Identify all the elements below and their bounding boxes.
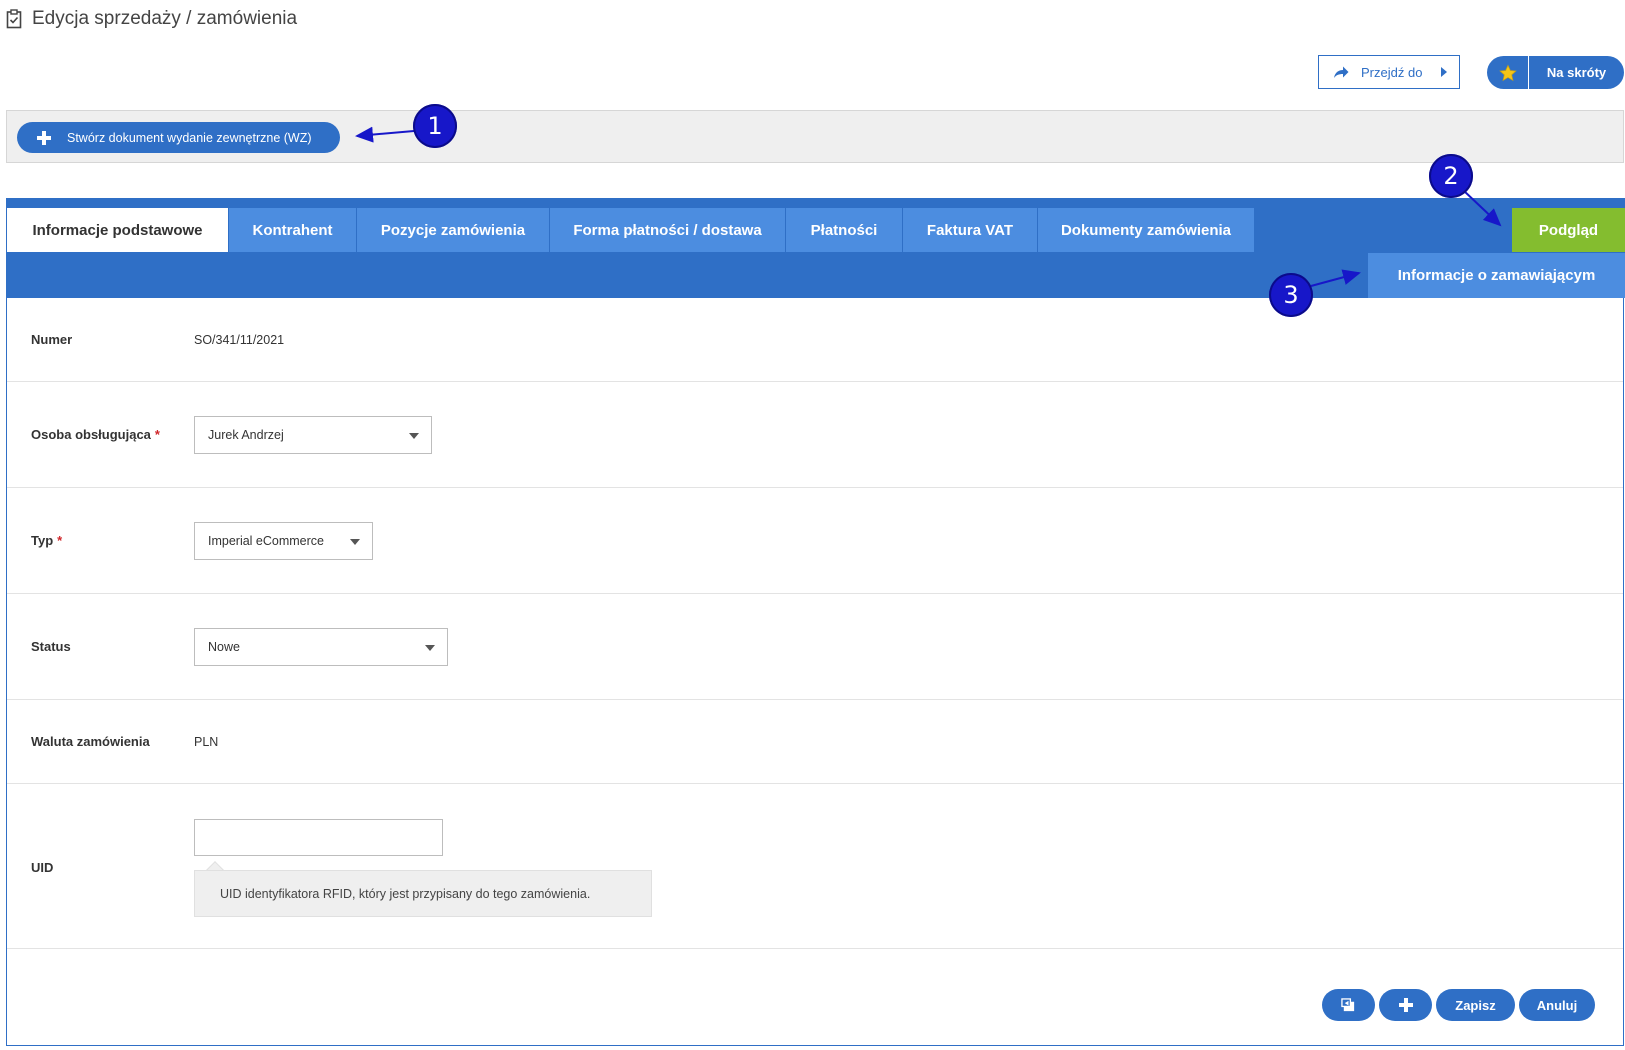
edit-panel: Informacje podstawowe Kontrahent Pozycje…: [6, 198, 1625, 1046]
numer-label: Numer: [31, 332, 73, 347]
preview-button[interactable]: Podgląd: [1512, 208, 1625, 252]
tabs-bar: Informacje podstawowe Kontrahent Pozycje…: [7, 198, 1625, 298]
typ-label-text: Typ: [31, 533, 54, 548]
osoba-select[interactable]: Jurek Andrzej: [194, 416, 432, 454]
uid-label: UID: [31, 860, 54, 875]
status-select[interactable]: Nowe: [194, 628, 448, 666]
osoba-label: Osoba obsługująca *: [31, 427, 160, 442]
waluta-label: Waluta zamówienia: [31, 734, 150, 749]
tab-forma-platnosci[interactable]: Forma płatności / dostawa: [550, 208, 786, 252]
add-button[interactable]: [1379, 989, 1432, 1021]
plus-icon: [37, 130, 51, 145]
status-label: Status: [31, 639, 71, 654]
typ-select[interactable]: Imperial eCommerce: [194, 522, 373, 560]
goto-label: Przejdź do: [1361, 64, 1423, 80]
back-to-list-button[interactable]: [1322, 989, 1375, 1021]
create-wz-label: Stwórz dokument wydanie zewnętrzne (WZ): [67, 130, 312, 145]
return-list-icon: [1341, 997, 1355, 1011]
save-button[interactable]: Zapisz: [1436, 989, 1515, 1021]
uid-input[interactable]: [194, 819, 443, 856]
row-osoba: Osoba obsługująca * Jurek Andrzej: [7, 382, 1623, 488]
typ-label: Typ *: [31, 533, 62, 548]
action-bar: Stwórz dokument wydanie zewnętrzne (WZ): [6, 110, 1624, 163]
row-numer: Numer SO/341/11/2021: [7, 298, 1623, 382]
tab-faktura-vat[interactable]: Faktura VAT: [903, 208, 1038, 252]
goto-button[interactable]: Przejdź do: [1318, 55, 1460, 89]
callout-3: 3: [1269, 273, 1313, 317]
share-arrow-icon: [1334, 66, 1349, 78]
osoba-label-text: Osoba obsługująca: [31, 427, 151, 442]
shortcuts-button[interactable]: Na skróty: [1487, 56, 1624, 89]
chevron-down-icon: [350, 539, 360, 545]
tab-kontrahent[interactable]: Kontrahent: [229, 208, 357, 252]
chevron-down-icon: [425, 645, 435, 651]
page-title: Edycja sprzedaży / zamówienia: [32, 8, 298, 29]
star-icon: [1498, 63, 1517, 81]
callout-1: 1: [413, 104, 457, 148]
tab-platnosci[interactable]: Płatności: [786, 208, 903, 252]
cancel-button[interactable]: Anuluj: [1519, 989, 1595, 1021]
clipboard-icon: [6, 9, 22, 29]
callout-2: 2: [1429, 154, 1473, 198]
create-wz-button[interactable]: Stwórz dokument wydanie zewnętrzne (WZ): [17, 122, 340, 153]
tab-pozycje-zamowienia[interactable]: Pozycje zamówienia: [357, 208, 550, 252]
tab-dokumenty-zamowienia[interactable]: Dokumenty zamówienia: [1038, 208, 1255, 252]
waluta-value: PLN: [194, 735, 219, 749]
status-select-value: Nowe: [208, 640, 240, 654]
chevron-down-icon: [409, 433, 419, 439]
required-mark: *: [57, 533, 63, 548]
required-mark: *: [154, 427, 160, 442]
tab-informacje-podstawowe[interactable]: Informacje podstawowe: [7, 208, 229, 252]
subtab-informacje-o-zamawiajacym[interactable]: Informacje o zamawiającym: [1368, 253, 1625, 298]
row-status: Status Nowe: [7, 594, 1623, 700]
star-icon-wrap: [1487, 56, 1529, 89]
caret-right-icon: [1441, 67, 1447, 77]
plus-icon: [1398, 998, 1413, 1012]
osoba-select-value: Jurek Andrzej: [208, 428, 284, 442]
row-uid: UID UID identyfikatora RFID, który jest …: [7, 784, 1623, 949]
numer-value: SO/341/11/2021: [194, 333, 285, 347]
shortcuts-label: Na skróty: [1546, 65, 1607, 80]
page-header: Edycja sprzedaży / zamówienia: [6, 8, 297, 30]
row-waluta: Waluta zamówienia PLN: [7, 700, 1623, 784]
typ-select-value: Imperial eCommerce: [208, 534, 325, 548]
uid-hint: UID identyfikatora RFID, który jest przy…: [194, 870, 652, 917]
row-typ: Typ * Imperial eCommerce: [7, 488, 1623, 594]
